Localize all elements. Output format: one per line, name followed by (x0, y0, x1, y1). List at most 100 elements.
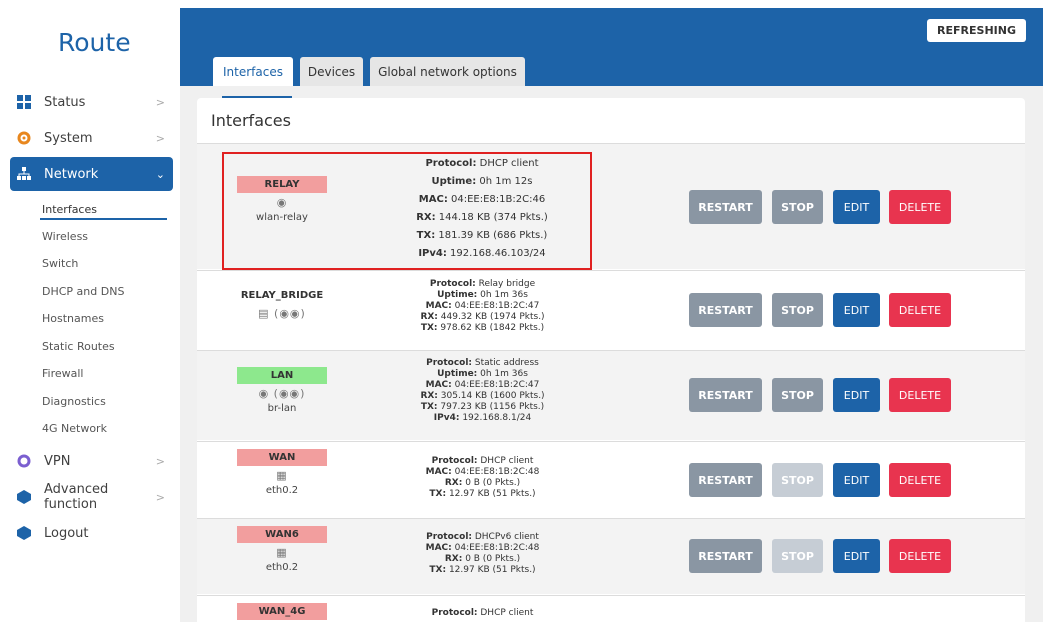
dashboard-icon (16, 94, 32, 110)
sidebar-subitem-interfaces[interactable]: Interfaces (42, 203, 97, 216)
highlight-box (222, 152, 592, 270)
detail-line: MAC: 04:EE:E8:1B:2C:48 (425, 543, 540, 553)
detail-line: TX: 978.62 KB (1842 Pkts.) (420, 323, 545, 333)
network-icon (16, 166, 32, 182)
delete-button[interactable]: DELETE (889, 539, 951, 573)
cube-icon (16, 489, 32, 505)
interface-details: Protocol: DHCP client (410, 608, 555, 619)
chevron-down-icon: ⌄ (155, 167, 165, 181)
edit-button[interactable]: EDIT (833, 190, 880, 224)
interface-details: Protocol: Static address Uptime: 0h 1m 3… (410, 358, 555, 424)
sidebar-item-status[interactable]: Status > (10, 85, 173, 119)
interface-badge: WAN_4G (237, 603, 327, 620)
restart-button[interactable]: RESTART (689, 293, 762, 327)
stop-button[interactable]: STOP (772, 190, 823, 224)
tab-devices[interactable]: Devices (300, 57, 363, 86)
interface-details: Protocol: Relay bridge Uptime: 0h 1m 36s… (410, 279, 555, 334)
restart-button[interactable]: RESTART (689, 539, 762, 573)
sidebar-item-label: Logout (44, 525, 89, 541)
detail-line: RX: 0 B (0 Pkts.) (444, 554, 521, 564)
detail-line: Protocol: DHCP client (431, 456, 534, 466)
interface-badge: WAN6 ▦ eth0.2 (237, 526, 327, 573)
sidebar-item-label: System (44, 130, 93, 146)
interface-badge: RELAY_BRIDGE ▤ (◉◉) (237, 287, 327, 320)
interface-name: WAN_4G (237, 603, 327, 620)
interface-device: eth0.2 (265, 562, 299, 573)
edit-button[interactable]: EDIT (833, 378, 880, 412)
delete-button[interactable]: DELETE (889, 293, 951, 327)
sidebar-subitem-wireless[interactable]: Wireless (42, 230, 88, 243)
edit-button[interactable]: EDIT (833, 463, 880, 497)
interface-details: Protocol: DHCP client MAC: 04:EE:E8:1B:2… (410, 456, 555, 500)
ethernet-icon: ▦ (276, 469, 288, 482)
sidebar-item-logout[interactable]: Logout (10, 516, 173, 550)
sidebar-subitem-4g-network[interactable]: 4G Network (42, 422, 107, 435)
sidebar-item-label: Advanced function (44, 482, 109, 512)
sidebar-subitem-dhcp-dns[interactable]: DHCP and DNS (42, 285, 124, 298)
bridge-icon: ▤ (◉◉) (258, 307, 306, 320)
brand-logo: Route (58, 28, 131, 57)
chevron-right-icon: > (155, 490, 165, 504)
detail-line: Uptime: 0h 1m 36s (437, 290, 528, 300)
sidebar-item-label: Status (44, 94, 86, 110)
chevron-right-icon: > (155, 131, 165, 145)
stop-button[interactable]: STOP (772, 463, 823, 497)
sidebar-item-advanced-function[interactable]: Advanced function > (10, 480, 173, 514)
chevron-right-icon: > (155, 454, 165, 468)
sidebar-item-system[interactable]: System > (10, 121, 173, 155)
active-subitem-indicator (40, 218, 167, 220)
chevron-right-icon: > (155, 95, 165, 109)
bridge-icon: ◉ (◉◉) (258, 387, 306, 400)
interface-name: WAN6 (237, 526, 327, 543)
sidebar-subitem-switch[interactable]: Switch (42, 257, 78, 270)
detail-line: Protocol: DHCPv6 client (426, 532, 539, 542)
detail-line: Protocol: Static address (426, 358, 539, 368)
interface-device: eth0.2 (265, 485, 299, 496)
stop-button[interactable]: STOP (772, 378, 823, 412)
tab-global-network-options[interactable]: Global network options (370, 57, 525, 86)
detail-line: Uptime: 0h 1m 36s (437, 369, 528, 379)
interface-badge: LAN ◉ (◉◉) br-lan (237, 367, 327, 414)
interface-name: LAN (237, 367, 327, 384)
tab-interfaces[interactable]: Interfaces (213, 57, 293, 86)
panel-title: Interfaces (211, 111, 291, 130)
sidebar-item-vpn[interactable]: VPN > (10, 444, 173, 478)
detail-line: IPv4: 192.168.8.1/24 (433, 413, 532, 423)
detail-line: TX: 12.97 KB (51 Pkts.) (429, 489, 536, 499)
restart-button[interactable]: RESTART (689, 378, 762, 412)
detail-line: RX: 449.32 KB (1974 Pkts.) (420, 312, 545, 322)
interface-badge: WAN ▦ eth0.2 (237, 449, 327, 496)
sidebar-subitem-diagnostics[interactable]: Diagnostics (42, 395, 106, 408)
sidebar-item-label: Network (44, 166, 99, 182)
interface-device: br-lan (267, 403, 297, 414)
refreshing-button[interactable]: REFRESHING (927, 19, 1026, 42)
gear-icon (16, 130, 32, 146)
detail-line: RX: 0 B (0 Pkts.) (444, 478, 521, 488)
restart-button[interactable]: RESTART (689, 463, 762, 497)
edit-button[interactable]: EDIT (833, 293, 880, 327)
detail-line: MAC: 04:EE:E8:1B:2C:47 (425, 380, 540, 390)
edit-button[interactable]: EDIT (833, 539, 880, 573)
detail-line: Protocol: DHCP client (431, 608, 534, 618)
interface-details: Protocol: DHCPv6 client MAC: 04:EE:E8:1B… (410, 532, 555, 576)
logout-icon (16, 525, 32, 541)
stop-button[interactable]: STOP (772, 293, 823, 327)
ethernet-icon: ▦ (276, 546, 288, 559)
sidebar-item-network[interactable]: Network ⌄ (10, 157, 173, 191)
sidebar-subitem-hostnames[interactable]: Hostnames (42, 312, 104, 325)
detail-line: RX: 305.14 KB (1600 Pkts.) (420, 391, 545, 401)
detail-line: TX: 12.97 KB (51 Pkts.) (429, 565, 536, 575)
delete-button[interactable]: DELETE (889, 190, 951, 224)
sidebar-item-label: VPN (44, 453, 71, 469)
detail-line: TX: 797.23 KB (1156 Pkts.) (420, 402, 545, 412)
restart-button[interactable]: RESTART (689, 190, 762, 224)
delete-button[interactable]: DELETE (889, 378, 951, 412)
detail-line: Protocol: Relay bridge (429, 279, 536, 289)
sidebar-subitem-static-routes[interactable]: Static Routes (42, 340, 115, 353)
delete-button[interactable]: DELETE (889, 463, 951, 497)
vpn-icon (16, 453, 32, 469)
sidebar-subitem-firewall[interactable]: Firewall (42, 367, 83, 380)
stop-button[interactable]: STOP (772, 539, 823, 573)
detail-line: MAC: 04:EE:E8:1B:2C:48 (425, 467, 540, 477)
interface-name: WAN (237, 449, 327, 466)
